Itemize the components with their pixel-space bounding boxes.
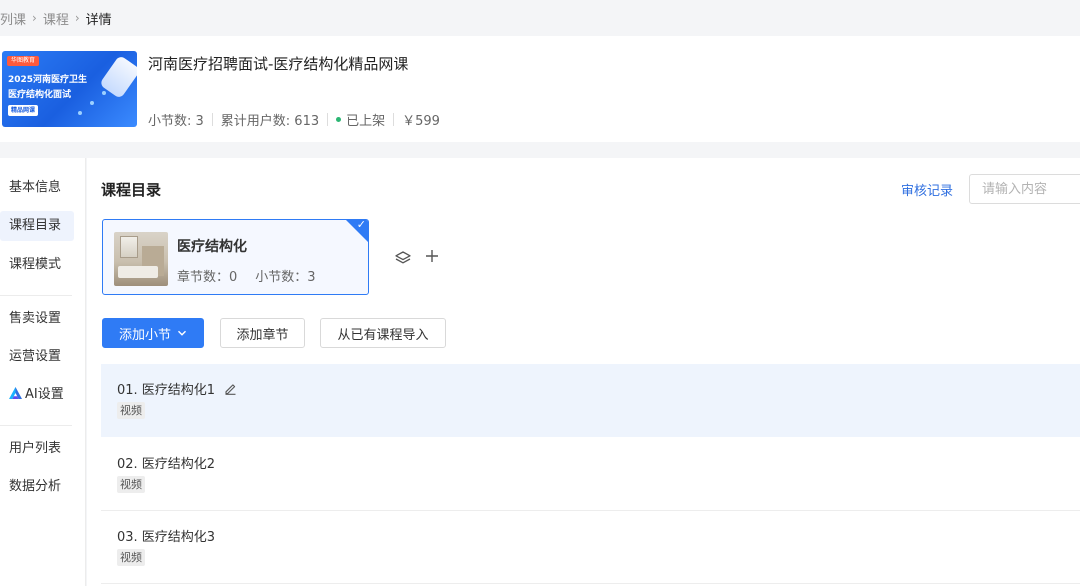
thumbnail-window (120, 236, 138, 258)
course-cover-image: 华图教育 2025河南医疗卫生 医疗结构化面试 精品网课 (2, 51, 137, 127)
cover-brand-tag: 华图教育 (7, 56, 40, 66)
review-records-link[interactable]: 审核记录 (901, 180, 953, 199)
chapter-card[interactable]: 医疗结构化 章节数：0 小节数：3 ✓ (102, 219, 369, 295)
sparkle-icon (78, 111, 82, 115)
lesson-title-text: 02. 医疗结构化2 (117, 457, 216, 472)
chapter-count: 章节数：0 (177, 270, 238, 285)
sidebar-item-label: 课程模式 (9, 257, 62, 272)
sidebar-item-sales-settings[interactable]: 售卖设置 (0, 304, 74, 334)
layers-icon[interactable] (395, 250, 411, 266)
user-count: 累计用户数: 613 (220, 114, 320, 129)
edit-icon[interactable] (224, 382, 237, 395)
chapter-thumbnail (114, 232, 168, 286)
divider (393, 113, 395, 126)
breadcrumb-item-course[interactable]: 课程 (43, 9, 69, 28)
sidebar-item-user-list[interactable]: 用户列表 (0, 434, 74, 464)
import-from-course-button[interactable]: 从已有课程导入 (320, 318, 446, 348)
lesson-item[interactable]: 02. 医疗结构化2 视频 (101, 438, 1080, 511)
sidebar-item-operation-settings[interactable]: 运营设置 (0, 342, 74, 372)
sidebar-item-label: 数据分析 (9, 479, 62, 494)
lesson-type-tag: 视频 (117, 549, 145, 566)
page-title: 课程目录 (101, 181, 162, 199)
cover-badge: 精品网课 (8, 105, 39, 116)
breadcrumb-item-list[interactable]: 列课 (0, 9, 26, 28)
chevron-right-icon: › (32, 11, 37, 25)
sidebar-item-ai-settings[interactable]: AI设置 (0, 380, 74, 410)
lesson-type-tag: 视频 (117, 402, 145, 419)
sidebar: 基本信息 课程目录 课程模式 售卖设置 运营设置 AI设置 用户列表 数据分析 (0, 158, 86, 586)
sidebar-item-label: 售卖设置 (9, 311, 62, 326)
sidebar-item-basic-info[interactable]: 基本信息 (0, 173, 74, 203)
sidebar-item-label: 运营设置 (9, 349, 62, 364)
thumbnail-bed (118, 266, 158, 278)
cover-subheadline: 医疗结构化面试 (8, 90, 72, 100)
lesson-title-text: 03. 医疗结构化3 (117, 530, 216, 545)
breadcrumb-item-detail: 详情 (85, 12, 112, 28)
chevron-right-icon: › (74, 11, 80, 25)
price: ￥599 (402, 114, 440, 129)
search-input[interactable] (969, 174, 1080, 204)
sparkle-icon (90, 101, 94, 105)
breadcrumb: 列课 › 课程 › 详情 (0, 0, 1080, 36)
lesson-item[interactable]: 01. 医疗结构化1 视频 (101, 364, 1080, 437)
add-lesson-button[interactable]: 添加小节 (102, 318, 204, 348)
sidebar-item-label: 基本信息 (9, 180, 62, 195)
course-stats: 小节数: 3 累计用户数: 613 已上架 ￥599 (148, 110, 440, 129)
course-header: 华图教育 2025河南医疗卫生 医疗结构化面试 精品网课 河南医疗招聘面试-医疗… (0, 36, 1080, 142)
sidebar-divider (0, 425, 72, 426)
add-chapter-button[interactable]: 添加章节 (220, 318, 305, 348)
cover-headline: 2025河南医疗卫生 (8, 75, 88, 85)
chapter-meta: 章节数：0 小节数：3 (177, 266, 316, 285)
lesson-count: 小节数: 3 (148, 114, 204, 129)
sidebar-item-label: AI设置 (25, 387, 64, 402)
divider (327, 113, 329, 126)
lesson-title: 01. 医疗结构化1 (117, 379, 237, 398)
add-icon[interactable] (424, 248, 440, 264)
lesson-title-text: 01. 医疗结构化1 (117, 383, 216, 398)
lesson-item[interactable]: 03. 医疗结构化3 视频 (101, 511, 1080, 584)
ai-logo-icon (9, 387, 22, 399)
sidebar-item-label: 课程目录 (9, 218, 62, 233)
chevron-down-icon (178, 330, 186, 336)
sparkle-icon (102, 91, 106, 95)
status-dot-icon (336, 117, 342, 122)
add-lesson-label: 添加小节 (118, 327, 171, 343)
lesson-title: 03. 医疗结构化3 (117, 526, 215, 545)
sidebar-item-data-analysis[interactable]: 数据分析 (0, 472, 74, 502)
sidebar-item-course-catalog[interactable]: 课程目录 (0, 211, 74, 241)
lesson-title: 02. 医疗结构化2 (117, 453, 215, 472)
main-content: 课程目录 审核记录 医疗结构化 章节数：0 小节数：3 ✓ 添加小节 添加章节 从… (87, 158, 1080, 586)
sidebar-item-label: 用户列表 (9, 441, 62, 456)
chapter-name: 医疗结构化 (177, 239, 247, 255)
chapter-lesson-count: 小节数：3 (255, 270, 316, 285)
sidebar-divider (0, 295, 72, 296)
check-icon: ✓ (356, 219, 366, 231)
sidebar-item-course-mode[interactable]: 课程模式 (0, 250, 74, 280)
lesson-type-tag: 视频 (117, 476, 145, 493)
course-title: 河南医疗招聘面试-医疗结构化精品网课 (148, 55, 409, 73)
status-badge: 已上架 (346, 114, 386, 129)
divider (211, 113, 213, 126)
